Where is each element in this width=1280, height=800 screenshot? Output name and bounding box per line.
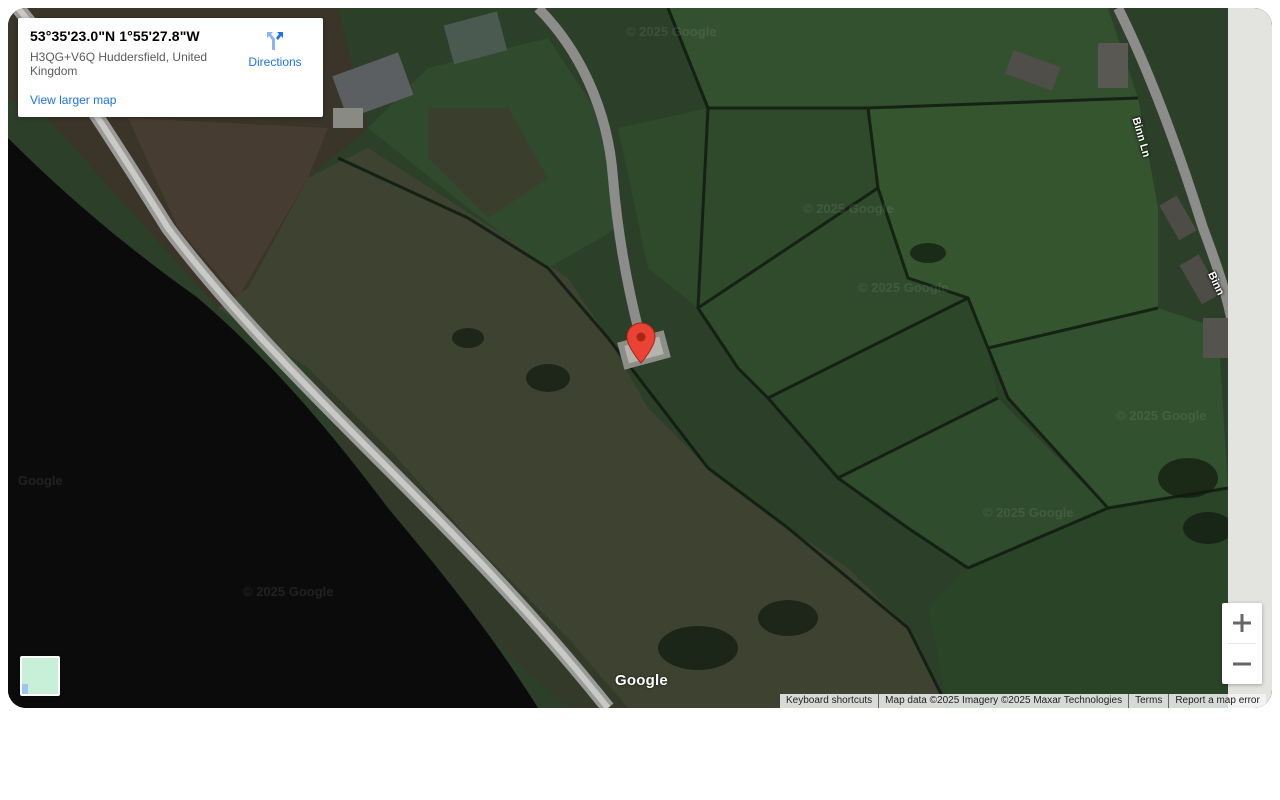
map-watermark: © 2025 Google	[243, 584, 334, 599]
place-address: H3QG+V6Q Huddersfield, United Kingdom	[30, 50, 208, 78]
map-container[interactable]: © 2025 Google © 2025 Google © 2025 Googl…	[8, 8, 1272, 708]
place-coordinates: 53°35'23.0"N 1°55'27.8"W	[30, 28, 200, 44]
attribution-bar: Keyboard shortcuts Map data ©2025 Imager…	[780, 694, 1266, 708]
terms-link[interactable]: Terms	[1128, 694, 1168, 708]
view-larger-map-link[interactable]: View larger map	[30, 93, 116, 107]
directions-icon	[267, 32, 283, 50]
map-watermark: © 2025 Google	[1116, 408, 1207, 423]
place-info-card: 53°35'23.0"N 1°55'27.8"W H3QG+V6Q Hudder…	[18, 18, 323, 117]
zoom-controls	[1222, 603, 1262, 684]
keyboard-shortcuts-button[interactable]: Keyboard shortcuts	[780, 694, 878, 708]
map-type-toggle[interactable]	[20, 656, 60, 696]
map-layer-thumbnail-icon	[22, 658, 58, 694]
location-pin-icon[interactable]	[626, 322, 656, 364]
map-watermark: © 2025 Google	[983, 505, 1074, 520]
plus-icon	[1233, 614, 1251, 632]
map-watermark: © 2025 Google	[858, 280, 949, 295]
minus-icon	[1233, 662, 1251, 666]
google-logo: Google	[615, 672, 668, 689]
zoom-in-button[interactable]	[1222, 603, 1262, 643]
map-data-attribution: Map data ©2025 Imagery ©2025 Maxar Techn…	[878, 694, 1128, 708]
map-watermark: Google	[18, 473, 63, 488]
report-map-error-link[interactable]: Report a map error	[1168, 694, 1265, 708]
map-watermark: © 2025 Google	[803, 201, 894, 216]
directions-label: Directions	[248, 55, 302, 69]
directions-button[interactable]: Directions	[240, 28, 310, 73]
map-watermark: © 2025 Google	[626, 24, 717, 39]
zoom-out-button[interactable]	[1222, 644, 1262, 684]
